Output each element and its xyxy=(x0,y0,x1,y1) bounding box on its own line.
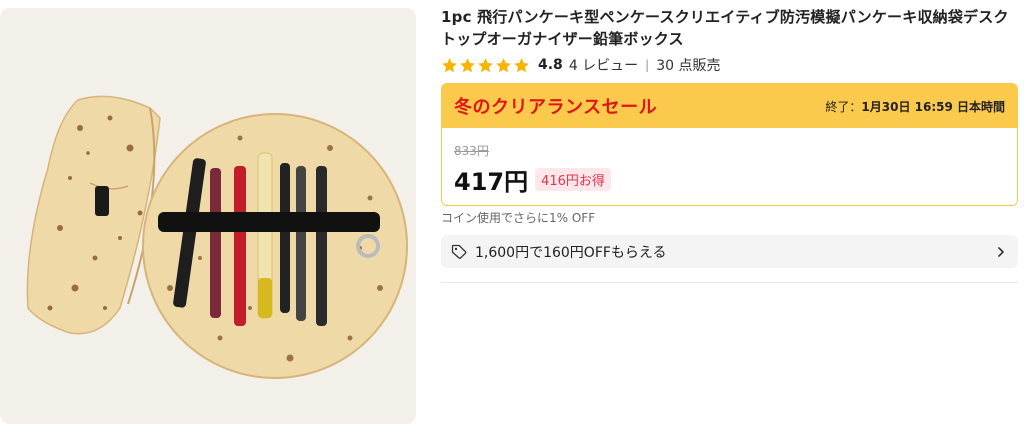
coupon-text: 1,600円で160円OFFもらえる xyxy=(475,244,667,261)
star-icon xyxy=(478,57,493,72)
elastic-band xyxy=(158,212,380,232)
coupon-offer[interactable]: 1,600円で160円OFFもらえる xyxy=(441,235,1018,268)
chevron-right-icon[interactable] xyxy=(996,246,1006,258)
divider xyxy=(441,282,1018,283)
review-count-link[interactable]: 4 レビュー xyxy=(569,55,638,75)
star-icon xyxy=(514,57,529,72)
star-icon xyxy=(460,57,475,72)
sale-end-label: 終了： xyxy=(825,99,862,114)
sale-box: 冬のクリアランスセール 終了：1月30日 16:59 日本時間 833円 417… xyxy=(441,83,1018,206)
rating-score: 4.8 xyxy=(538,57,563,73)
sale-title: 冬のクリアランスセール xyxy=(454,97,658,118)
current-price: 417円 xyxy=(454,168,529,196)
product-info: 1pc 飛行パンケーキ型ペンケースクリエイティブ防汚模擬パンケーキ収納袋デスクト… xyxy=(441,0,1018,283)
price-row: 417円 416円お得 xyxy=(454,162,611,197)
rating-row[interactable]: 4.8 4 レビュー | 30 点販売 xyxy=(441,53,1018,77)
price-panel: 833円 417円 416円お得 xyxy=(442,128,1017,205)
tag-icon xyxy=(451,244,467,259)
sold-count: 30 点販売 xyxy=(656,58,721,74)
sale-banner: 冬のクリアランスセール 終了：1月30日 16:59 日本時間 xyxy=(442,84,1017,128)
open-case xyxy=(142,113,408,379)
sale-end-value: 1月30日 16:59 日本時間 xyxy=(861,99,1005,114)
savings-badge: 416円お得 xyxy=(535,168,611,191)
sale-end-time: 終了：1月30日 16:59 日本時間 xyxy=(825,98,1005,115)
coin-discount-note: コイン使用でさらに1% OFF xyxy=(441,211,596,225)
product-title: 1pc 飛行パンケーキ型ペンケースクリエイティブ防汚模擬パンケーキ収納袋デスクト… xyxy=(441,8,1009,48)
rating-separator: | xyxy=(645,58,650,72)
star-icon xyxy=(496,57,511,72)
product-image[interactable] xyxy=(0,8,416,424)
product-page: 1pc 飛行パンケーキ型ペンケースクリエイティブ防汚模擬パンケーキ収納袋デスクト… xyxy=(0,0,1024,424)
coupon-left: 1,600円で160円OFFもらえる xyxy=(451,242,667,262)
star-icon xyxy=(442,57,457,72)
pancake-pen-case-illustration xyxy=(0,8,416,424)
original-price: 833円 xyxy=(454,144,489,158)
star-rating xyxy=(441,57,530,74)
